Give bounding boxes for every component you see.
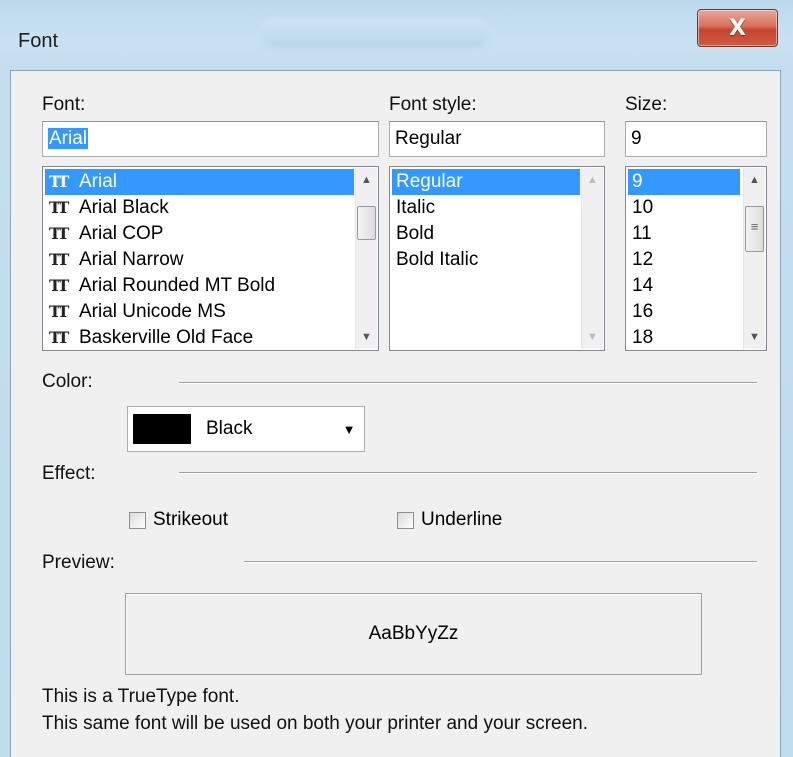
list-item[interactable]: 11: [628, 221, 740, 247]
scroll-up-arrow-icon[interactable]: ▲: [356, 170, 377, 190]
font-label: Font:: [42, 94, 86, 115]
title-bar[interactable]: Font X: [0, 0, 793, 70]
scroll-down-arrow-icon[interactable]: ▼: [356, 327, 377, 347]
list-item-label: Arial Black: [79, 197, 169, 218]
color-swatch: [133, 414, 191, 444]
truetype-icon: TT: [49, 276, 69, 295]
title-bar-blur: [260, 18, 490, 48]
font-style-list[interactable]: Regular Italic Bold Bold Italic ▲ ▼: [389, 166, 605, 351]
list-item[interactable]: 10: [628, 195, 740, 221]
list-item-label: 11: [632, 223, 652, 244]
truetype-icon: TT: [49, 224, 69, 243]
color-dropdown[interactable]: Black ▼: [127, 406, 365, 452]
size-list-scrollbar[interactable]: ▲ ≡ ▼: [743, 168, 765, 349]
color-label: Color:: [42, 371, 93, 392]
size-list-scroll-thumb[interactable]: ≡: [745, 206, 764, 252]
list-item-label: 10: [632, 197, 654, 218]
list-item[interactable]: TT Arial Black: [45, 195, 354, 221]
list-item[interactable]: 16: [628, 299, 740, 325]
font-style-input-value: Regular: [395, 128, 462, 149]
preview-label: Preview:: [42, 552, 115, 573]
list-item-label: Arial Narrow: [79, 249, 184, 270]
truetype-icon: TT: [49, 328, 69, 347]
effect-label: Effect:: [42, 463, 96, 484]
list-item-label: Arial Rounded MT Bold: [79, 275, 276, 296]
scroll-down-arrow-icon: ▼: [587, 331, 598, 343]
list-item-label: 14: [632, 275, 654, 296]
list-item[interactable]: TT Arial Unicode MS: [45, 299, 354, 325]
list-item[interactable]: TT Arial Narrow: [45, 247, 354, 273]
underline-checkbox-box[interactable]: [397, 511, 414, 529]
truetype-icon: TT: [49, 250, 69, 269]
list-item[interactable]: 12: [628, 247, 740, 273]
size-list-items: 9 10 11 12 14 16 18: [628, 169, 740, 348]
list-item[interactable]: 9: [628, 169, 740, 195]
close-icon: X: [729, 15, 746, 41]
list-item[interactable]: TT Baskerville Old Face: [45, 325, 354, 350]
printer-screen-info-text: This same font will be used on both your…: [42, 713, 589, 734]
list-item[interactable]: Bold Italic: [392, 247, 580, 273]
list-item-label: 16: [632, 301, 654, 322]
font-list[interactable]: TT Arial TT Arial Black TT Arial COP TT Arial N…: [42, 166, 379, 351]
scroll-grip-icon: ≡: [750, 219, 759, 234]
list-item[interactable]: 14: [628, 273, 740, 299]
list-item[interactable]: 18: [628, 325, 740, 350]
list-item[interactable]: Bold: [392, 221, 580, 247]
font-name-input-value: Arial: [48, 128, 89, 149]
truetype-info-text: This is a TrueType font.: [42, 686, 240, 707]
close-button[interactable]: X: [697, 9, 778, 47]
list-item-label: Bold Italic: [396, 249, 479, 270]
font-list-items: TT Arial TT Arial Black TT Arial COP TT Arial N…: [45, 169, 354, 348]
font-style-input[interactable]: Regular: [389, 121, 605, 157]
underline-checkbox[interactable]: Underline: [397, 509, 502, 531]
list-item-label: Bold: [396, 223, 435, 244]
font-list-scrollbar[interactable]: ▲ ▼: [355, 168, 377, 349]
effect-separator: [179, 472, 757, 474]
font-list-scroll-thumb[interactable]: [357, 206, 376, 240]
scroll-up-arrow-icon[interactable]: ▲: [744, 170, 765, 190]
strikeout-checkbox[interactable]: Strikeout: [129, 509, 228, 531]
list-item[interactable]: Regular: [392, 169, 580, 195]
font-name-input[interactable]: Arial: [42, 121, 379, 157]
size-input-value: 9: [631, 128, 642, 149]
list-item-label: 18: [632, 327, 654, 348]
font-style-list-scrollbar: ▲ ▼: [581, 168, 603, 349]
list-item-label: Arial: [79, 171, 118, 192]
list-item[interactable]: TT Arial Rounded MT Bold: [45, 273, 354, 299]
list-item-label: 12: [632, 249, 654, 270]
truetype-icon: TT: [49, 172, 69, 191]
preview-sample-text: AaBbYyZz: [368, 623, 459, 644]
truetype-icon: TT: [49, 198, 69, 217]
scroll-up-arrow-icon: ▲: [587, 174, 598, 186]
size-label: Size:: [625, 94, 668, 115]
list-item-label: Regular: [396, 171, 463, 192]
font-style-list-items: Regular Italic Bold Bold Italic: [392, 169, 580, 348]
list-item-label: Italic: [396, 197, 436, 218]
list-item[interactable]: Italic: [392, 195, 580, 221]
color-separator: [179, 382, 757, 384]
list-item[interactable]: TT Arial: [45, 169, 354, 195]
list-item-label: Arial Unicode MS: [79, 301, 226, 322]
color-dropdown-value: Black: [206, 418, 253, 439]
dialog-body: Font: Arial TT Arial TT Arial Black TT Arial …: [10, 70, 781, 757]
dropdown-arrow-icon[interactable]: ▼: [334, 422, 364, 437]
font-style-label: Font style:: [389, 94, 477, 115]
strikeout-checkbox-box[interactable]: [129, 511, 146, 529]
size-input[interactable]: 9: [625, 121, 767, 157]
window-title: Font: [18, 30, 59, 52]
list-item-label: 9: [632, 171, 643, 192]
list-item-label: Arial COP: [79, 223, 164, 244]
list-item-label: Baskerville Old Face: [79, 327, 254, 348]
scroll-down-arrow-icon[interactable]: ▼: [744, 327, 765, 347]
underline-label: Underline: [421, 509, 503, 530]
font-dialog-window: Font X Font: Arial TT Arial TT Arial Black T…: [0, 0, 793, 757]
strikeout-label: Strikeout: [153, 509, 228, 530]
list-item[interactable]: TT Arial COP: [45, 221, 354, 247]
preview-separator: [244, 561, 757, 563]
preview-box: AaBbYyZz: [125, 593, 702, 675]
truetype-icon: TT: [49, 302, 69, 321]
size-list[interactable]: 9 10 11 12 14 16 18 ▲ ≡ ▼: [625, 166, 767, 351]
